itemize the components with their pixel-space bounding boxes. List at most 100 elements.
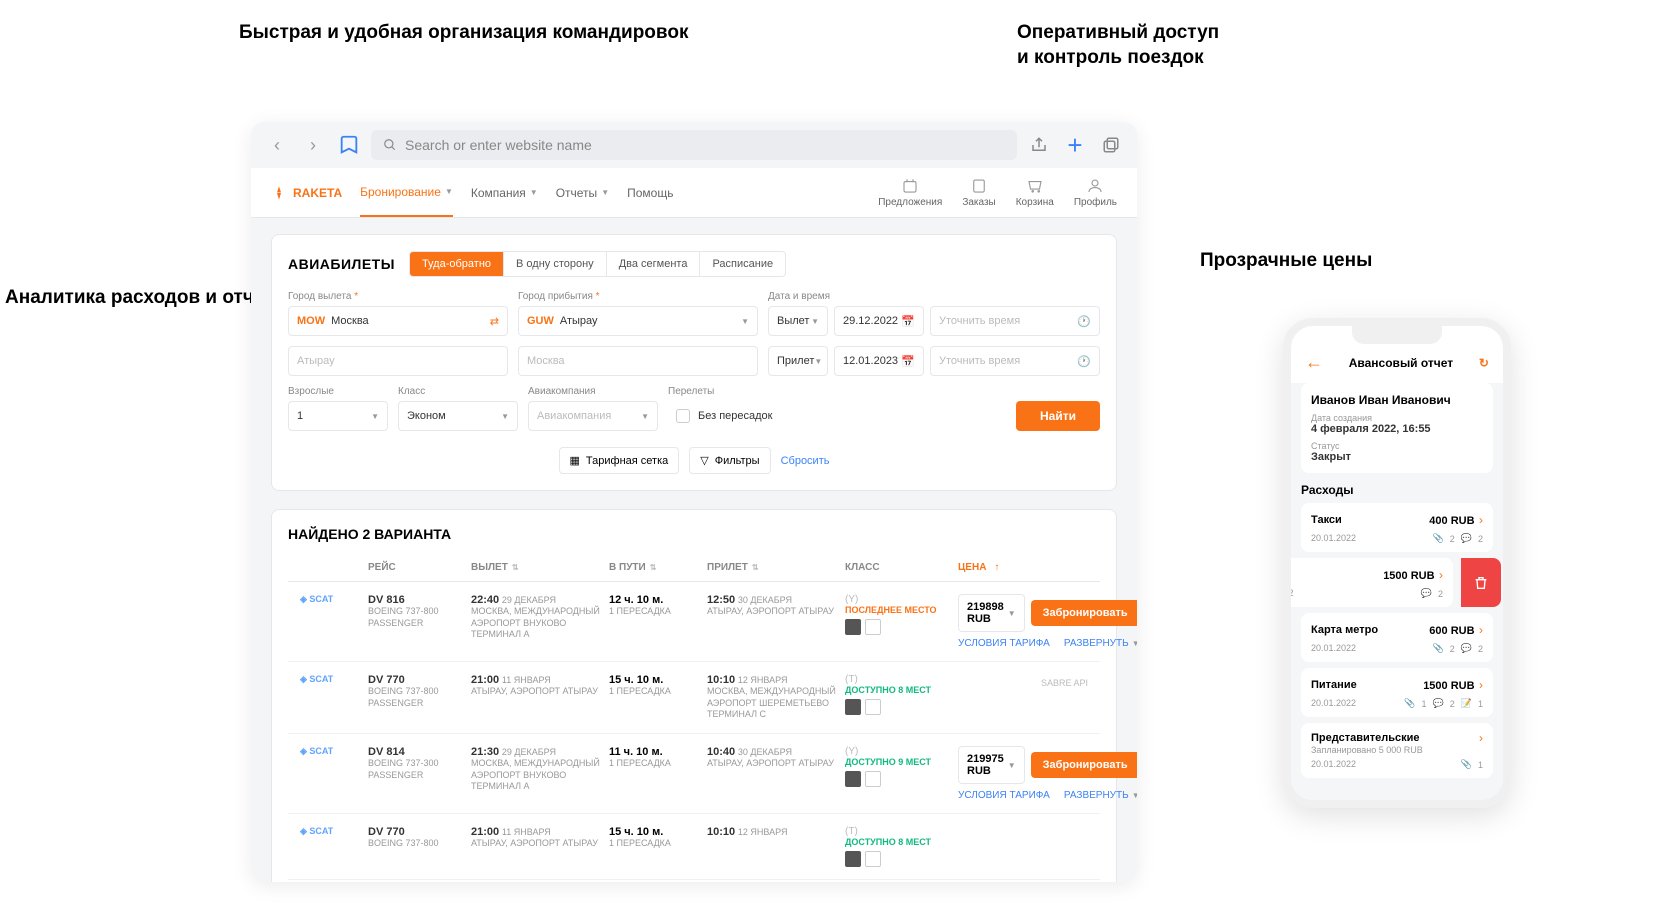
baggage-icon <box>845 851 861 867</box>
expand-link[interactable]: РАЗВЕРНУТЬ ▼ <box>1064 638 1137 649</box>
to-input[interactable]: GUWАтырау▼ <box>518 306 758 336</box>
new-tab-button[interactable]: + <box>1061 131 1089 159</box>
nav-help[interactable]: Помощь <box>627 170 673 216</box>
price-dropdown[interactable]: 219898 RUB ▼ <box>958 594 1025 632</box>
phone-mockup: ← Авансовый отчет ↻ Иванов Иван Иванович… <box>1283 318 1511 808</box>
arrive-type[interactable]: Прилет▼ <box>768 346 828 376</box>
browser-window: ‹ › Search or enter website name + RAKET… <box>251 122 1137 882</box>
seg-schedule[interactable]: Расписание <box>700 252 785 276</box>
th-departure[interactable]: ВЫЛЕТ <box>471 562 601 573</box>
th-flight[interactable]: РЕЙС <box>368 562 463 573</box>
calendar-icon: 📅 <box>901 315 915 328</box>
tabs-icon[interactable] <box>1097 131 1125 159</box>
transfers-label: Перелеты <box>668 386 1006 397</box>
header-profile[interactable]: Профиль <box>1074 177 1117 208</box>
phone-header: ← Авансовый отчет ↻ <box>1291 348 1503 383</box>
to-label: Город прибытия <box>518 291 758 302</box>
th-price[interactable]: ЦЕНА ↑ <box>958 562 1088 573</box>
swap-icon[interactable]: ⇄ <box>490 315 499 328</box>
refund-icon <box>865 851 881 867</box>
airline-logo: ◈ SCAT <box>300 594 360 649</box>
clock-icon: 🕐 <box>1077 315 1091 328</box>
nav-booking[interactable]: Бронирование▼ <box>360 169 453 217</box>
comment-icon: 💬 <box>1461 533 1472 544</box>
app-header: RAKETA Бронирование▼ Компания▼ Отчеты▼ П… <box>251 168 1137 218</box>
expense-row[interactable]: Питание1500 RUB ›20.01.2022📎 1 💬 2 📝 1 <box>1301 668 1493 717</box>
airline-logo: ◈ SCAT <box>300 826 360 867</box>
flight-number: DV 814 <box>368 746 463 758</box>
expense-row[interactable]: ние1500 RUB ›.2022 💬 2 <box>1283 558 1453 607</box>
search-card: АВИАБИЛЕТЫ Туда-обратно В одну сторону Д… <box>271 234 1117 491</box>
date-label: Дата и время <box>768 291 1100 302</box>
chevron-right-icon: › <box>1479 731 1483 745</box>
chevron-down-icon: ▼ <box>741 317 749 326</box>
nav-reports[interactable]: Отчеты▼ <box>556 170 609 216</box>
seg-oneway[interactable]: В одну сторону <box>504 252 607 276</box>
comment-icon: 💬 <box>1433 698 1444 709</box>
chevron-down-icon: ▼ <box>445 187 453 196</box>
depart-date[interactable]: 29.12.2022📅 <box>834 306 924 336</box>
th-duration[interactable]: В ПУТИ <box>609 562 699 573</box>
expense-row[interactable]: Такси400 RUB ›20.01.2022📎 2 💬 2 <box>1301 503 1493 552</box>
expenses-heading: Расходы <box>1301 483 1493 497</box>
filters-button[interactable]: ▽Фильтры <box>689 447 770 474</box>
reset-link[interactable]: Сбросить <box>781 447 830 474</box>
book-button[interactable]: Забронировать <box>1031 600 1137 626</box>
header-orders[interactable]: Заказы <box>962 177 995 208</box>
phone-title: Авансовый отчет <box>1349 356 1453 370</box>
adults-select[interactable]: 1▼ <box>288 401 388 431</box>
callout-prices: Прозрачные цены <box>1200 249 1372 274</box>
depart-type[interactable]: Вылет▼ <box>768 306 828 336</box>
price-dropdown[interactable]: 219975 RUB ▼ <box>958 746 1025 784</box>
th-class[interactable]: КЛАСС <box>845 562 950 573</box>
nav-company[interactable]: Компания▼ <box>471 170 538 216</box>
callout-trips: Быстрая и удобная организация командиров… <box>239 21 688 46</box>
back-button[interactable]: ‹ <box>263 131 291 159</box>
tariff-link[interactable]: УСЛОВИЯ ТАРИФА <box>958 790 1050 801</box>
book-button[interactable]: Забронировать <box>1031 752 1137 778</box>
filter-icon: ▽ <box>700 454 708 467</box>
forward-button[interactable]: › <box>299 131 327 159</box>
trash-icon <box>1473 575 1489 591</box>
return-to-input[interactable]: Москва <box>518 346 758 376</box>
flight-number: DV 770 <box>368 826 463 838</box>
delete-button[interactable] <box>1461 558 1501 607</box>
expense-row[interactable]: Карта метро600 RUB ›20.01.2022📎 2 💬 2 <box>1301 613 1493 662</box>
class-select[interactable]: Эконом▼ <box>398 401 518 431</box>
header-offers[interactable]: Предложения <box>878 177 942 208</box>
arrive-time[interactable]: Уточнить время🕐 <box>930 346 1100 376</box>
share-icon[interactable] <box>1025 131 1053 159</box>
expense-row[interactable]: Представительские›Запланировано 5 000 RU… <box>1301 723 1493 778</box>
results-title: НАЙДЕНО 2 ВАРИАНТА <box>288 526 1100 542</box>
th-arrival[interactable]: ПРИЛЕТ <box>707 562 837 573</box>
phone-back-button[interactable]: ← <box>1305 352 1323 373</box>
flight-row: ◈ SCAT DV 814BOEING 737-300 PASSENGER 21… <box>288 734 1100 814</box>
flight-row: ◈ SCAT DV 770BOEING 737-800 PASSENGER 21… <box>288 662 1100 734</box>
refund-icon <box>865 699 881 715</box>
flight-row: ◈ SCAT DV 770BOEING 737-800 21:00 11 ЯНВ… <box>288 814 1100 880</box>
history-icon[interactable]: ↻ <box>1479 356 1489 370</box>
return-from-input[interactable]: Атырау <box>288 346 508 376</box>
direct-checkbox[interactable]: Без пересадок <box>668 401 1006 431</box>
callout-control: Оперативный доступ и контроль поездок <box>1017 21 1219 70</box>
comment-icon: 💬 <box>1461 643 1472 654</box>
find-button[interactable]: Найти <box>1016 401 1100 431</box>
from-input[interactable]: MOWМосква⇄ <box>288 306 508 336</box>
address-bar[interactable]: Search or enter website name <box>371 130 1017 160</box>
logo[interactable]: RAKETA <box>271 185 342 201</box>
header-cart[interactable]: Корзина <box>1016 177 1054 208</box>
seg-roundtrip[interactable]: Туда-обратно <box>410 252 504 276</box>
attachment-icon: 📎 <box>1404 698 1415 709</box>
sabre-label: SABRE API <box>1041 678 1088 688</box>
tariff-link[interactable]: УСЛОВИЯ ТАРИФА <box>958 638 1050 649</box>
arrive-date[interactable]: 12.01.2023📅 <box>834 346 924 376</box>
bookmarks-icon[interactable] <box>335 131 363 159</box>
attachment-icon: 📎 <box>1461 759 1472 770</box>
seg-multi[interactable]: Два сегмента <box>607 252 701 276</box>
depart-time[interactable]: Уточнить время🕐 <box>930 306 1100 336</box>
airline-select[interactable]: Авиакомпания▼ <box>528 401 658 431</box>
expand-link[interactable]: РАЗВЕРНУТЬ ▼ <box>1064 790 1137 801</box>
flight-row: ◈ SCAT DV 816BOEING 737-800 PASSENGER 22… <box>288 582 1100 662</box>
clock-icon: 🕐 <box>1077 355 1091 368</box>
tariff-grid-button[interactable]: ▦Тарифная сетка <box>559 447 680 474</box>
